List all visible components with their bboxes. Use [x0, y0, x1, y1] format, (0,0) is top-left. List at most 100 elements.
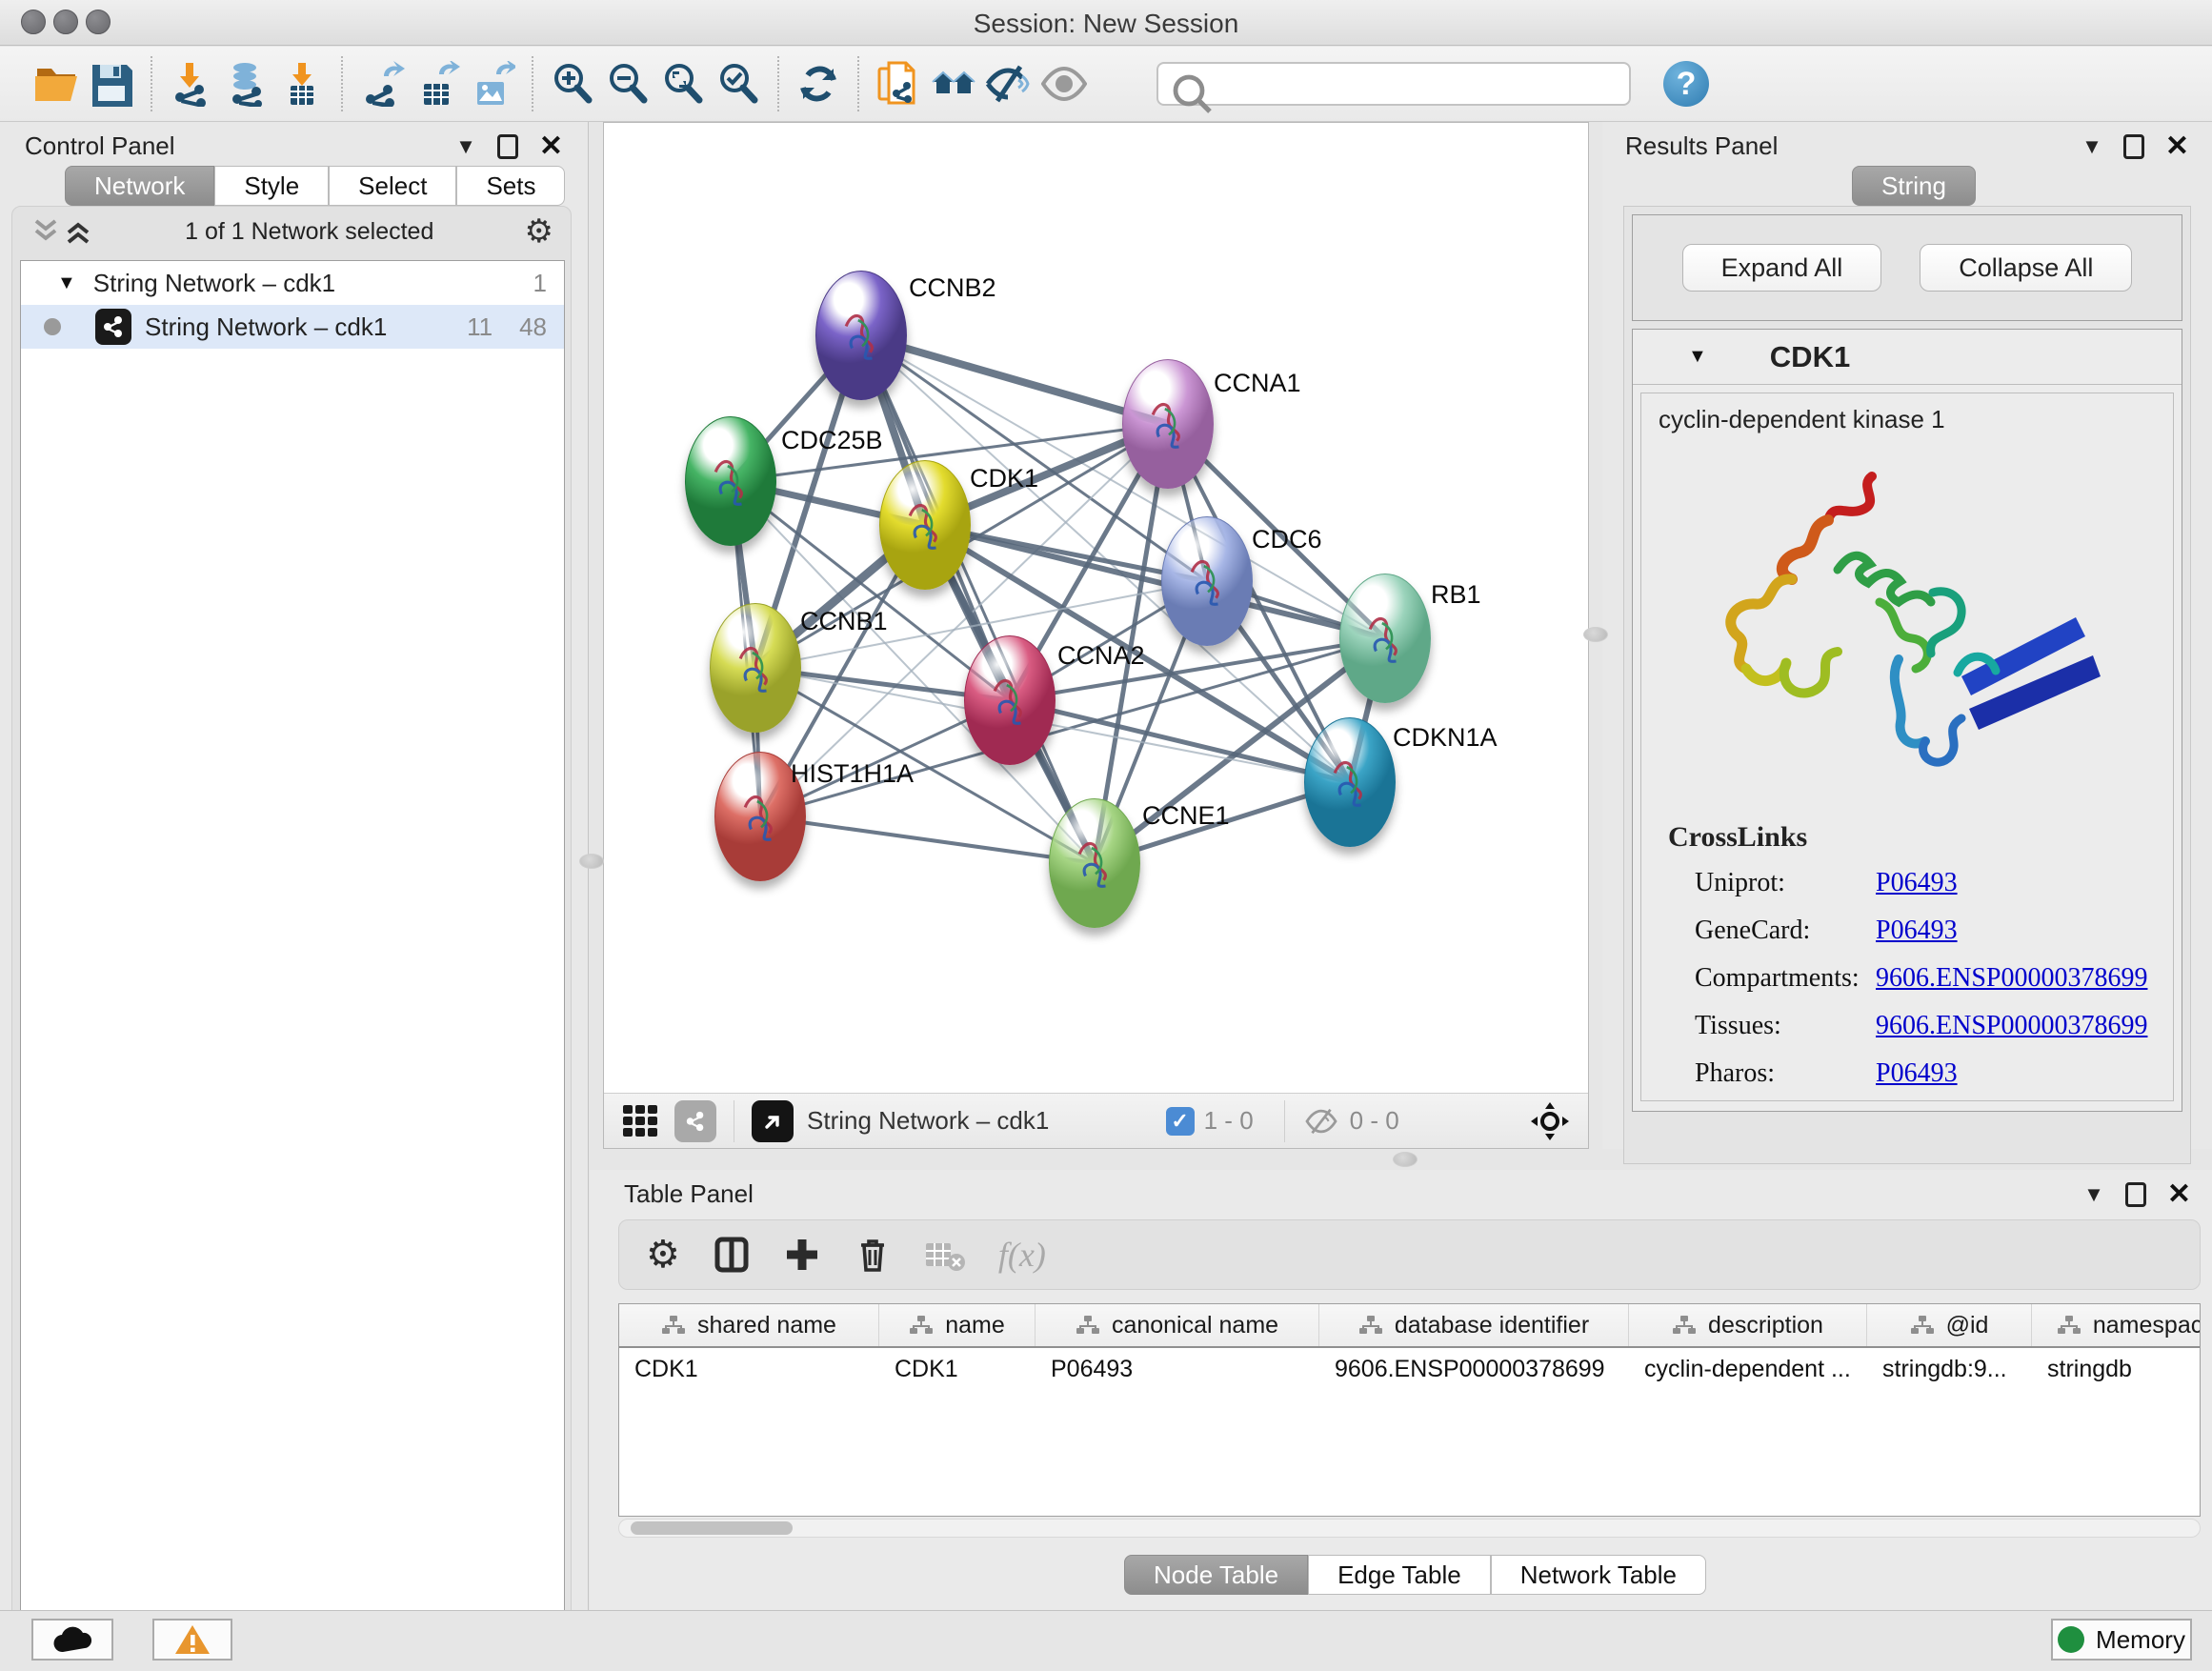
panel-close-icon[interactable]: ✕	[2167, 1178, 2191, 1211]
table-options-gear-icon[interactable]: ⚙	[646, 1233, 680, 1277]
table-cell[interactable]: P06493	[1036, 1348, 1319, 1390]
column-header-name[interactable]: name	[879, 1304, 1036, 1346]
zoom-fit-button[interactable]	[655, 56, 711, 111]
network-node-rb1[interactable]	[1339, 574, 1431, 703]
column-header--id[interactable]: @id	[1867, 1304, 2032, 1346]
network-node-ccna1[interactable]	[1122, 359, 1214, 489]
results-panel: Results Panel ▼ ✕ String Expand All Coll…	[1602, 122, 2212, 1149]
network-node-cdc25b[interactable]	[685, 416, 776, 546]
clone-network-button[interactable]	[871, 56, 926, 111]
section-disclosure-icon[interactable]: ▼	[1688, 346, 1707, 368]
crosslink-link[interactable]: 9606.ENSP00000378699	[1876, 963, 2147, 994]
network-node-ccnb1[interactable]	[710, 603, 801, 733]
expand-all-button[interactable]: Expand All	[1682, 244, 1882, 292]
bottom-splitter-handle[interactable]	[1393, 1152, 1418, 1167]
left-splitter-handle[interactable]	[579, 854, 604, 869]
column-header-namespace[interactable]: namespace	[2032, 1304, 2201, 1346]
delete-column-icon[interactable]	[854, 1236, 892, 1274]
table-cell[interactable]: 9606.ENSP00000378699	[1319, 1348, 1629, 1390]
panel-float-icon[interactable]	[497, 134, 518, 159]
tab-select[interactable]: Select	[329, 166, 456, 206]
column-header-description[interactable]: description	[1629, 1304, 1867, 1346]
network-node-ccnb2[interactable]	[815, 271, 907, 400]
zoom-in-button[interactable]	[545, 56, 600, 111]
search-icon	[1170, 71, 1216, 117]
panel-float-icon[interactable]	[2125, 1182, 2146, 1207]
warnings-button[interactable]	[152, 1619, 232, 1661]
column-header-shared-name[interactable]: shared name	[619, 1304, 879, 1346]
export-image-button[interactable]	[465, 56, 520, 111]
expand-all-icon[interactable]	[62, 217, 94, 246]
tab-node-table[interactable]: Node Table	[1124, 1555, 1308, 1595]
tab-string[interactable]: String	[1852, 166, 1976, 206]
network-edge[interactable]	[861, 335, 1168, 424]
open-in-new-window-icon[interactable]	[752, 1100, 794, 1142]
network-node-cdk1[interactable]	[879, 460, 971, 590]
table-row[interactable]: CDK1CDK1P064939606.ENSP00000378699cyclin…	[619, 1348, 2200, 1390]
hide-selected-button[interactable]	[981, 56, 1036, 111]
table-cell[interactable]: cyclin-dependent ...	[1629, 1348, 1867, 1390]
network-row[interactable]: String Network – cdk1 11 48	[21, 305, 564, 349]
crosslink-link[interactable]: P06493	[1876, 1058, 1958, 1089]
disclosure-triangle-icon[interactable]: ▼	[57, 272, 76, 294]
save-session-button[interactable]	[84, 56, 139, 111]
network-node-cdkn1a[interactable]	[1304, 717, 1396, 847]
panel-close-icon[interactable]: ✕	[539, 130, 563, 163]
node-label-cdc6: CDC6	[1252, 525, 1322, 554]
open-session-button[interactable]	[29, 56, 84, 111]
search-input[interactable]	[1156, 62, 1631, 106]
panel-float-icon[interactable]	[2123, 134, 2144, 159]
show-preview-button[interactable]	[1036, 56, 1092, 111]
table-cell[interactable]: stringdb	[2032, 1348, 2201, 1390]
panel-collapse-icon[interactable]: ▼	[2083, 1182, 2104, 1207]
pan-crosshair-icon[interactable]	[1529, 1100, 1571, 1142]
collapse-all-button[interactable]: Collapse All	[1920, 244, 2132, 292]
tab-edge-table[interactable]: Edge Table	[1308, 1555, 1491, 1595]
panel-close-icon[interactable]: ✕	[2165, 130, 2189, 163]
apply-layout-button[interactable]	[791, 56, 846, 111]
network-collection-row[interactable]: ▼ String Network – cdk1 1	[21, 261, 564, 305]
birdseye-grid-icon[interactable]	[623, 1105, 657, 1137]
cloud-status-button[interactable]	[31, 1619, 113, 1661]
import-table-button[interactable]	[274, 56, 330, 111]
crosslink-link[interactable]: P06493	[1876, 916, 1958, 946]
zoom-out-button[interactable]	[600, 56, 655, 111]
table-cell[interactable]: CDK1	[619, 1348, 879, 1390]
network-options-gear-icon[interactable]: ⚙	[525, 212, 553, 251]
horizontal-scrollbar[interactable]	[618, 1519, 2201, 1538]
table-cell[interactable]: stringdb:9...	[1867, 1348, 2032, 1390]
show-columns-icon[interactable]	[713, 1236, 751, 1274]
panel-collapse-icon[interactable]: ▼	[2081, 134, 2102, 159]
function-builder-icon-disabled: f(x)	[998, 1235, 1046, 1275]
selected-checkbox-icon[interactable]: ✓	[1166, 1107, 1195, 1136]
panel-collapse-icon[interactable]: ▼	[455, 134, 476, 159]
tab-network[interactable]: Network	[65, 166, 214, 206]
scrollbar-thumb[interactable]	[631, 1521, 793, 1535]
export-table-button[interactable]	[410, 56, 465, 111]
memory-button[interactable]: Memory	[2051, 1619, 2192, 1661]
first-neighbors-button[interactable]	[926, 56, 981, 111]
tab-style[interactable]: Style	[214, 166, 329, 206]
network-node-ccne1[interactable]	[1049, 798, 1140, 928]
crosslink-link[interactable]: P06493	[1876, 868, 1958, 898]
collapse-all-icon[interactable]	[30, 217, 62, 246]
crosslink-link[interactable]: 9606.ENSP00000378699	[1876, 1011, 2147, 1041]
network-node-ccna2[interactable]	[964, 635, 1056, 765]
import-network-button[interactable]	[164, 56, 219, 111]
column-header-database-identifier[interactable]: database identifier	[1319, 1304, 1629, 1346]
network-node-cdc6[interactable]	[1161, 516, 1253, 646]
table-cell[interactable]: CDK1	[879, 1348, 1036, 1390]
table-panel: Table Panel ▼ ✕ ⚙ f(x) shared namenameca…	[590, 1170, 2212, 1610]
network-view[interactable]: CCNB2CCNA1CDC25BCDK1CDC6RB1CCNB1CCNA2CDK…	[604, 123, 1588, 1093]
import-network-from-database-button[interactable]	[219, 56, 274, 111]
column-header-canonical-name[interactable]: canonical name	[1036, 1304, 1319, 1346]
network-share-icon[interactable]	[674, 1100, 716, 1142]
right-splitter-handle[interactable]	[1583, 627, 1608, 642]
add-column-icon[interactable]	[783, 1236, 821, 1274]
zoom-selected-button[interactable]	[711, 56, 766, 111]
tab-sets[interactable]: Sets	[456, 166, 565, 206]
network-edge[interactable]	[760, 816, 1095, 863]
export-network-button[interactable]	[354, 56, 410, 111]
tab-network-table[interactable]: Network Table	[1491, 1555, 1706, 1595]
help-button[interactable]: ?	[1663, 61, 1709, 107]
